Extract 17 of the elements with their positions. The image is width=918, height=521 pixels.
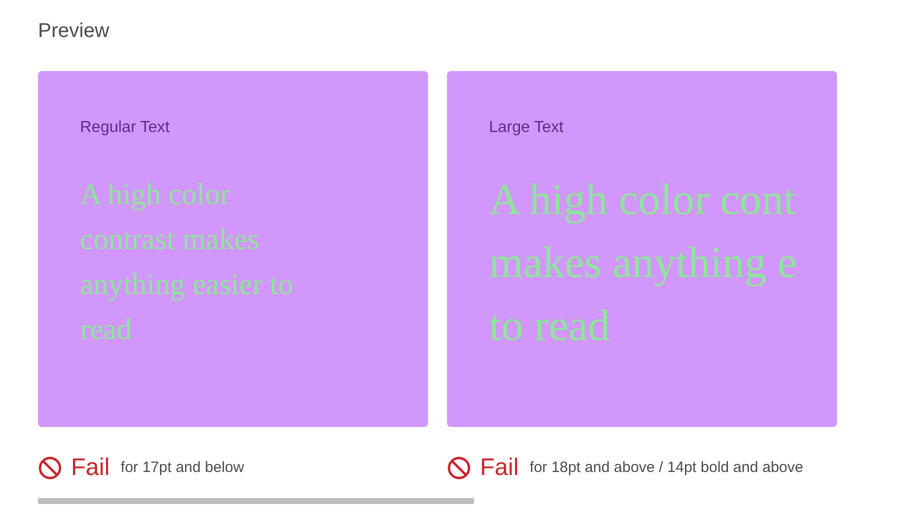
sample-text-line: A high color (80, 177, 230, 213)
sample-text-line: makes anything e (489, 237, 797, 289)
result-label: Fail (71, 455, 110, 481)
sample-text-line: anything easier to (80, 267, 294, 303)
section-title: Preview (38, 19, 110, 43)
prohibited-icon (38, 456, 62, 480)
prohibited-icon (447, 456, 471, 480)
sample-text-line: to read (489, 300, 610, 352)
sample-text-line: contrast makes (80, 222, 260, 258)
card-label: Large Text (489, 118, 564, 138)
sample-text-line: read (80, 312, 132, 348)
result-label: Fail (480, 455, 519, 481)
result-note: for 17pt and below (120, 458, 244, 478)
sample-text-line: A high color cont (489, 174, 796, 226)
card-label: Regular Text (80, 118, 170, 138)
result-note: for 18pt and above / 14pt bold and above (530, 458, 804, 478)
scrollbar-thumb[interactable] (38, 498, 474, 504)
